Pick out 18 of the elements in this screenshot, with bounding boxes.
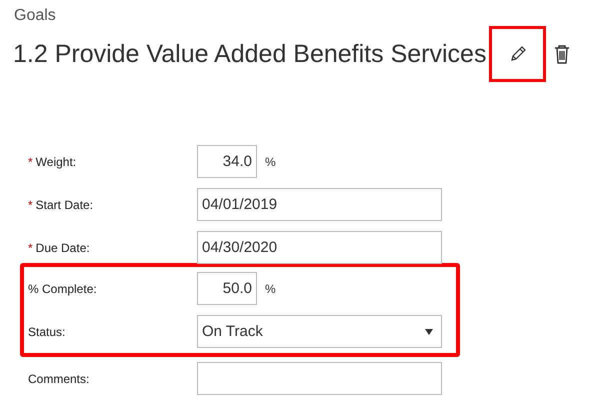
field-label: Weight: xyxy=(36,154,76,168)
field-label: Start Date: xyxy=(36,198,94,212)
status-dropdown[interactable]: On Track xyxy=(197,315,442,348)
text-field[interactable]: 04/30/2020 xyxy=(197,231,442,264)
field-label: % Complete: xyxy=(28,282,97,296)
field-label: Status: xyxy=(28,324,66,338)
unit-label: % xyxy=(265,282,276,296)
required-mark: * xyxy=(28,198,33,212)
number-field[interactable]: 34.0 xyxy=(197,145,257,178)
section-title: Goals xyxy=(14,6,57,26)
number-field[interactable]: 50.0 xyxy=(197,272,257,305)
required-mark: * xyxy=(28,154,33,168)
required-mark: * xyxy=(28,240,33,254)
text-field[interactable]: 04/01/2019 xyxy=(197,188,442,221)
goal-title: 1.2 Provide Value Added Benefits Services xyxy=(13,40,486,68)
field-label: Due Date: xyxy=(36,240,90,254)
field-label: Comments: xyxy=(28,372,90,386)
unit-label: % xyxy=(265,154,276,168)
